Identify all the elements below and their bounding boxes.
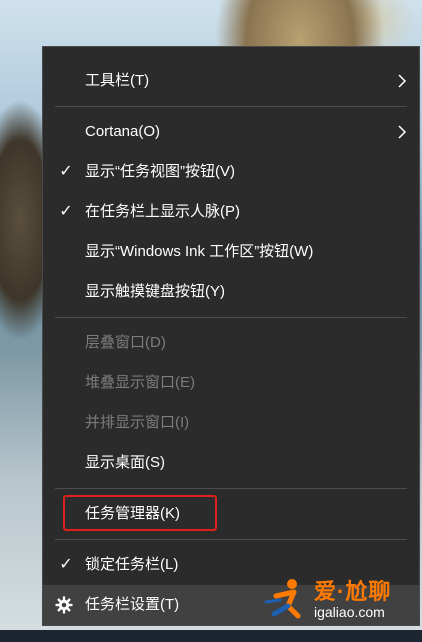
chevron-right-icon xyxy=(398,74,407,88)
menu-item-cascade-windows: 层叠窗口(D) xyxy=(43,323,419,363)
menu-item-label: 在任务栏上显示人脉(P) xyxy=(85,203,240,220)
taskbar[interactable] xyxy=(0,630,422,642)
menu-item-label: 显示“Windows Ink 工作区”按钮(W) xyxy=(85,243,314,260)
menu-item-show-task-view-button[interactable]: ✓ 显示“任务视图”按钮(V) xyxy=(43,152,419,192)
menu-item-stack-windows: 堆叠显示窗口(E) xyxy=(43,363,419,403)
watermark-url: igaliao.com xyxy=(314,604,385,620)
menu-item-label: 层叠窗口(D) xyxy=(85,334,166,351)
menu-item-label: 显示“任务视图”按钮(V) xyxy=(85,163,235,180)
checkmark-icon: ✓ xyxy=(59,203,73,220)
runner-logo-icon xyxy=(264,579,301,619)
taskbar-context-menu: 工具栏(T) Cortana(O) ✓ 显示“任务视图”按钮(V) ✓ 在任务栏… xyxy=(42,46,420,626)
menu-item-label: 锁定任务栏(L) xyxy=(85,556,179,573)
menu-separator xyxy=(55,317,407,318)
menu-item-show-people[interactable]: ✓ 在任务栏上显示人脉(P) xyxy=(43,192,419,232)
menu-separator xyxy=(55,539,407,540)
menu-item-show-touch-keyboard-button[interactable]: 显示触摸键盘按钮(Y) xyxy=(43,272,419,312)
menu-item-side-by-side-windows: 并排显示窗口(I) xyxy=(43,403,419,443)
site-watermark: 爱·尬聊 igaliao.com xyxy=(262,574,412,628)
chevron-right-icon xyxy=(398,125,407,139)
menu-item-cortana[interactable]: Cortana(O) xyxy=(43,112,419,152)
menu-item-task-manager[interactable]: 任务管理器(K) xyxy=(43,494,419,534)
menu-separator xyxy=(55,106,407,107)
checkmark-icon: ✓ xyxy=(59,556,73,573)
menu-item-label: 并排显示窗口(I) xyxy=(85,414,190,431)
menu-item-label: 显示触摸键盘按钮(Y) xyxy=(85,283,225,300)
menu-item-label: 任务管理器(K) xyxy=(85,505,180,522)
menu-item-toolbars[interactable]: 工具栏(T) xyxy=(43,61,419,101)
menu-item-label: 工具栏(T) xyxy=(85,72,150,89)
menu-separator xyxy=(55,488,407,489)
menu-item-label: 任务栏设置(T) xyxy=(85,596,180,613)
gear-icon xyxy=(55,596,73,614)
menu-item-label: 显示桌面(S) xyxy=(85,454,165,471)
menu-item-show-windows-ink-button[interactable]: 显示“Windows Ink 工作区”按钮(W) xyxy=(43,232,419,272)
watermark-title: 爱·尬聊 xyxy=(314,579,392,604)
menu-item-label: 堆叠显示窗口(E) xyxy=(85,374,195,391)
menu-item-show-desktop[interactable]: 显示桌面(S) xyxy=(43,443,419,483)
checkmark-icon: ✓ xyxy=(59,163,73,180)
menu-item-label: Cortana(O) xyxy=(85,123,161,140)
